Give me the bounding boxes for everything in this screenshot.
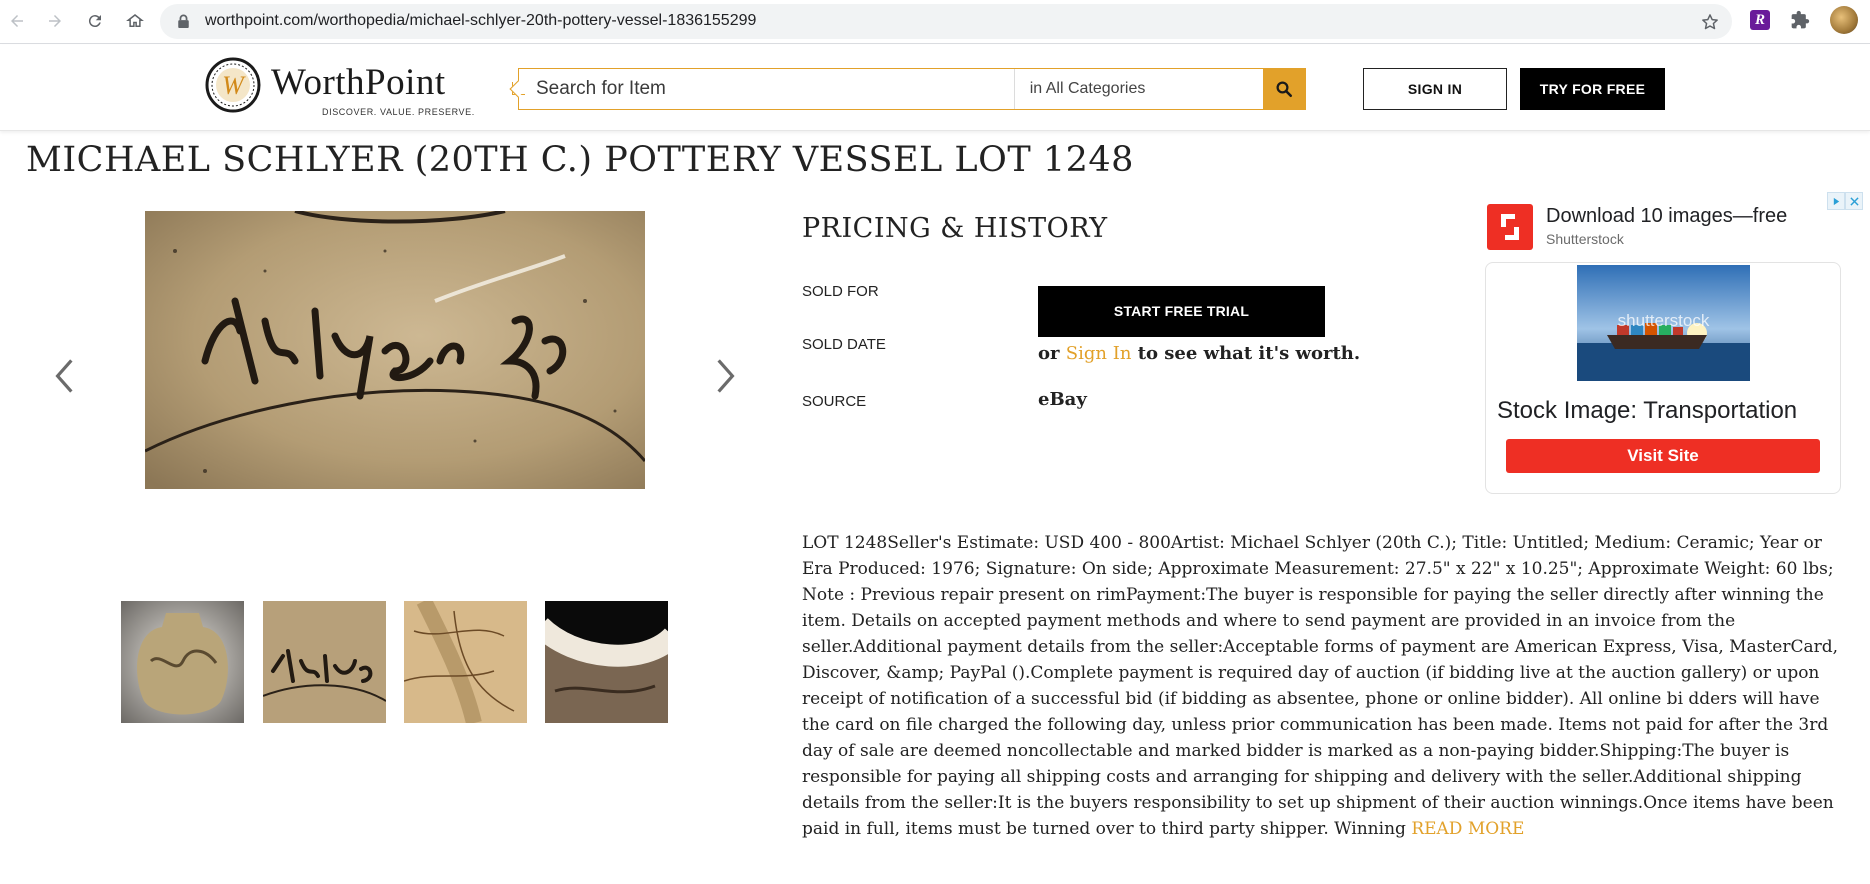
ad-image-watermark: shutterstock	[1617, 311, 1710, 330]
ad-headline[interactable]: Download 10 images—free	[1546, 205, 1787, 228]
ad-card: shutterstock Stock Image: Transportation…	[1485, 262, 1841, 494]
ad-info-icon[interactable]	[1827, 192, 1845, 210]
logo-tagline: DISCOVER. VALUE. PRESERVE.	[322, 107, 475, 117]
ad-title[interactable]: Stock Image: Transportation	[1497, 397, 1797, 425]
thumbnail-1[interactable]	[121, 601, 244, 723]
search-icon	[1276, 81, 1293, 98]
thumbnail-4[interactable]	[545, 601, 668, 723]
pricing-history-heading: PRICING & HISTORY	[802, 213, 1108, 244]
chevron-left-icon	[55, 359, 73, 393]
ad-choices-badge	[1827, 192, 1863, 210]
sign-in-prompt: or Sign In to see what it's worth.	[1038, 343, 1360, 364]
browser-toolbar: worthpoint.com/worthopedia/michael-schly…	[0, 0, 1870, 44]
site-header: W WorthPoint DISCOVER. VALUE. PRESERVE. …	[0, 45, 1870, 131]
main-product-image[interactable]	[145, 211, 645, 489]
start-free-trial-button[interactable]: START FREE TRIAL	[1038, 286, 1325, 337]
home-icon[interactable]	[122, 8, 148, 34]
ad-image[interactable]: shutterstock	[1577, 265, 1750, 381]
logo-wordmark: WorthPoint	[271, 62, 446, 103]
thumbnail-2[interactable]	[263, 601, 386, 723]
category-select[interactable]: in All Categories	[1013, 69, 1263, 109]
search-input[interactable]	[519, 69, 1014, 109]
gallery-prev-button[interactable]	[46, 352, 82, 400]
reload-icon[interactable]	[82, 8, 108, 34]
description-text: LOT 1248Seller's Estimate: USD 400 - 800…	[802, 533, 1839, 839]
worth-text: to see what it's worth.	[1137, 343, 1361, 364]
sold-for-label: SOLD FOR	[802, 283, 879, 300]
thumbnail-3[interactable]	[404, 601, 527, 723]
search-bar: in All Categories	[509, 68, 1306, 110]
page-title: MICHAEL SCHLYER (20TH C.) POTTERY VESSEL…	[26, 140, 1134, 180]
shutterstock-logo-icon[interactable]	[1487, 204, 1533, 250]
extensions-puzzle-icon[interactable]	[1790, 10, 1810, 30]
source-label: SOURCE	[802, 393, 867, 410]
try-for-free-button[interactable]: TRY FOR FREE	[1520, 68, 1665, 110]
bookmark-star-icon[interactable]	[1700, 12, 1720, 32]
svg-text:W: W	[222, 71, 246, 100]
sign-in-button[interactable]: SIGN IN	[1363, 68, 1507, 110]
worthpoint-logo-mark-icon: W	[205, 57, 261, 113]
visit-site-button[interactable]: Visit Site	[1506, 439, 1820, 473]
back-icon[interactable]	[4, 8, 30, 34]
or-text: or	[1038, 343, 1060, 364]
worthpoint-logo[interactable]: W WorthPoint DISCOVER. VALUE. PRESERVE.	[205, 55, 474, 119]
source-value: eBay	[1038, 389, 1087, 410]
profile-avatar[interactable]	[1830, 6, 1858, 34]
url-text: worthpoint.com/worthopedia/michael-schly…	[205, 12, 757, 29]
item-description: LOT 1248Seller's Estimate: USD 400 - 800…	[802, 530, 1852, 842]
sold-date-label: SOLD DATE	[802, 336, 886, 353]
read-more-link[interactable]: READ MORE	[1411, 819, 1524, 839]
ad-close-icon[interactable]	[1845, 192, 1863, 210]
lock-icon	[178, 14, 189, 28]
search-button[interactable]	[1263, 69, 1305, 109]
gallery-next-button[interactable]	[708, 352, 744, 400]
chevron-right-icon	[717, 359, 735, 393]
extension-r-icon[interactable]: R	[1750, 10, 1770, 30]
forward-icon[interactable]	[42, 8, 68, 34]
address-bar[interactable]: worthpoint.com/worthopedia/michael-schly…	[160, 4, 1732, 39]
sign-in-link[interactable]: Sign In	[1066, 343, 1132, 364]
ad-advertiser: Shutterstock	[1546, 231, 1624, 247]
